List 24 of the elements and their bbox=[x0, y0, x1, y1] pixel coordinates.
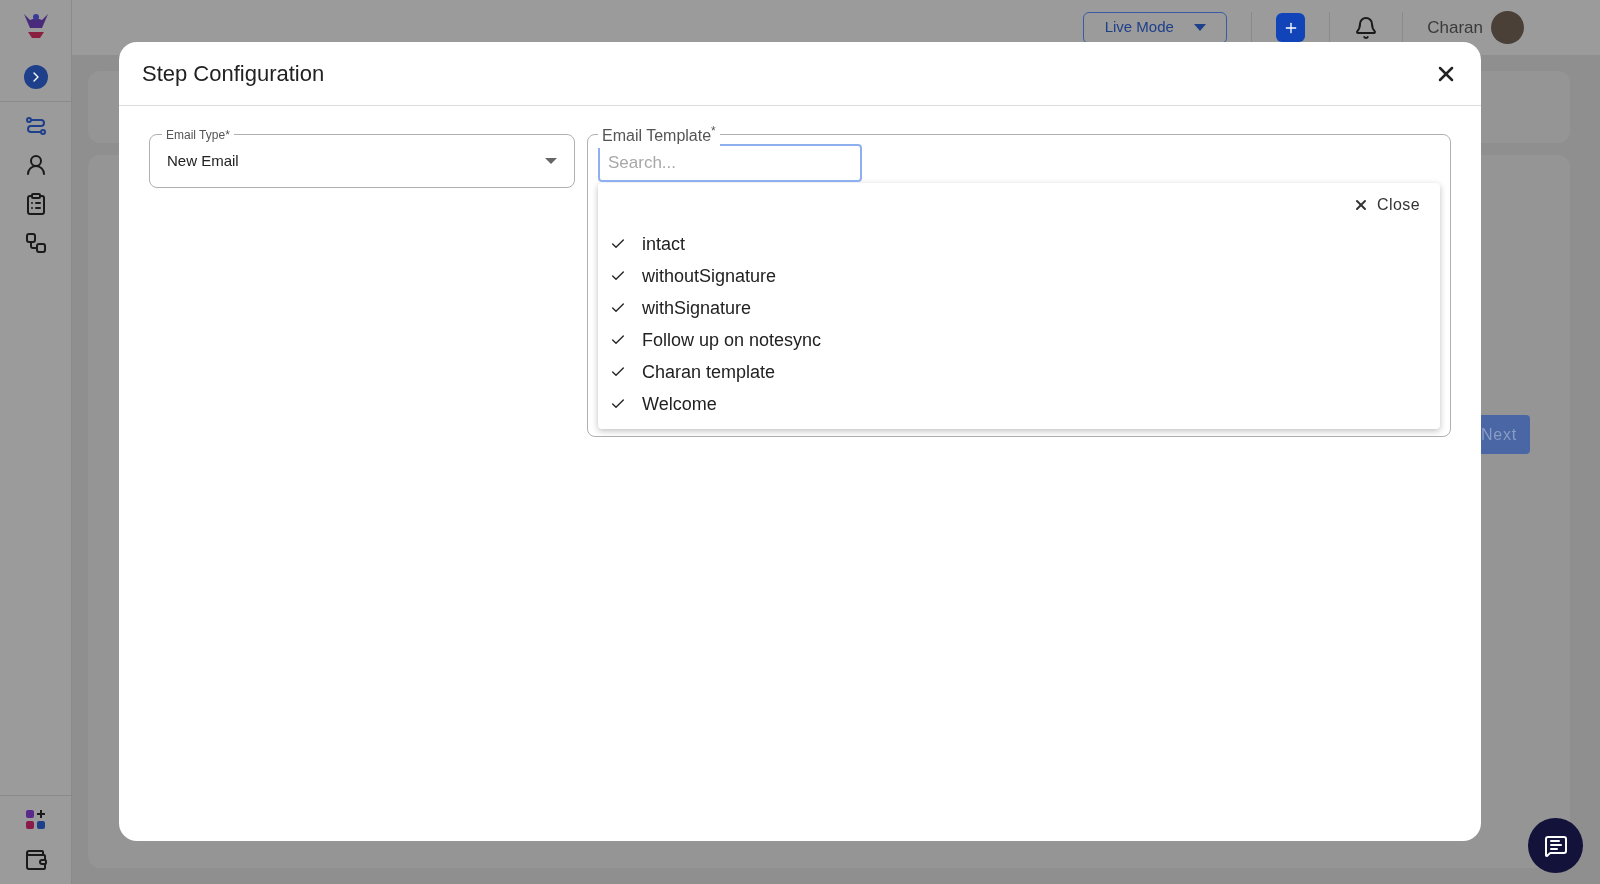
dropdown-arrow-icon bbox=[545, 157, 557, 165]
expand-button[interactable] bbox=[23, 64, 48, 89]
chat-icon bbox=[1543, 833, 1568, 858]
wallet-icon[interactable] bbox=[23, 848, 48, 872]
user-name: Charan bbox=[1427, 16, 1483, 39]
template-option[interactable]: Welcome bbox=[610, 388, 1428, 420]
email-template-label: Email Template$^{*}$ bbox=[598, 124, 720, 148]
add-button[interactable] bbox=[1276, 13, 1306, 42]
apps-add-icon[interactable] bbox=[23, 808, 48, 832]
dialog-title: Step Configuration bbox=[142, 60, 325, 88]
notification-bell-icon[interactable] bbox=[1354, 15, 1379, 40]
caret-icon bbox=[1193, 23, 1206, 32]
user-avatar[interactable] bbox=[1491, 11, 1524, 44]
template-option[interactable]: intact bbox=[610, 228, 1428, 260]
template-option[interactable]: Charan template bbox=[610, 356, 1428, 388]
template-option[interactable]: withSignature bbox=[610, 292, 1428, 324]
route-icon[interactable] bbox=[23, 114, 48, 138]
workflow-icon[interactable] bbox=[23, 231, 48, 255]
search-input[interactable]: Search... bbox=[598, 144, 862, 182]
template-option[interactable]: Follow up on notesync bbox=[610, 324, 1428, 356]
template-option[interactable]: withoutSignature bbox=[610, 260, 1428, 292]
chat-button[interactable] bbox=[1528, 818, 1583, 873]
email-type-value: New Email bbox=[167, 150, 239, 171]
close-button[interactable]: Close bbox=[1345, 193, 1428, 217]
